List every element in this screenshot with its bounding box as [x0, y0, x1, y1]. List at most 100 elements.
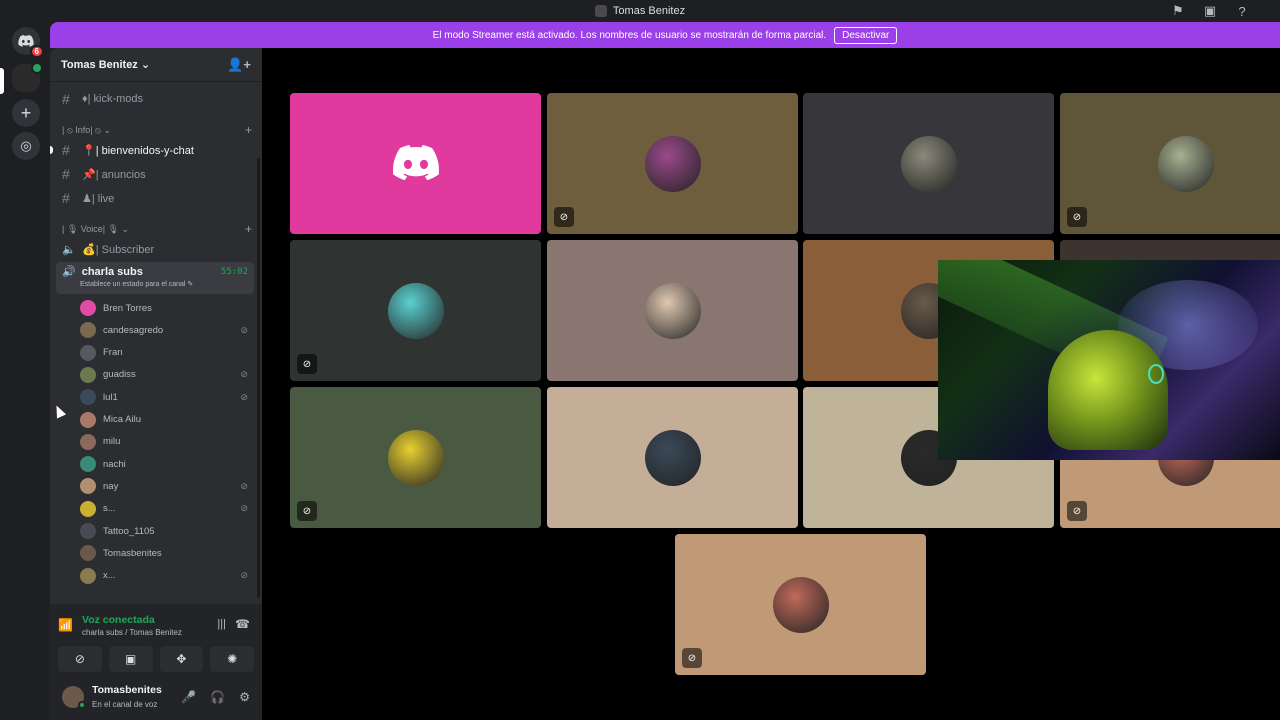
- channel-label: ♦| kick-mods: [82, 93, 144, 105]
- voice-member[interactable]: lul1 ⊘: [80, 387, 252, 407]
- voice-member[interactable]: milu: [80, 432, 252, 452]
- participant-tile[interactable]: [803, 93, 1054, 234]
- channel-live[interactable]: # ♟| live: [56, 187, 256, 209]
- voice-member[interactable]: x... ⊘: [80, 566, 252, 586]
- participant-tile[interactable]: ⊘: [547, 93, 798, 234]
- member-name: lul1: [103, 391, 118, 403]
- participant-tile[interactable]: ⊘: [675, 534, 926, 675]
- member-name: Mica Ailu: [103, 414, 142, 425]
- server-tomas-benitez[interactable]: [12, 62, 43, 92]
- online-status-icon: [78, 701, 86, 709]
- muted-icon: ⊘: [240, 503, 248, 514]
- avatar: [80, 433, 96, 450]
- participant-tile[interactable]: ⊘: [1060, 93, 1280, 234]
- member-name: milu: [103, 436, 121, 448]
- participant-tile[interactable]: [547, 387, 798, 528]
- hash-icon: #: [62, 142, 70, 158]
- channel-anuncios[interactable]: # 📌| anuncios: [56, 163, 256, 185]
- muted-icon: ⊘: [554, 207, 574, 227]
- participant-tile[interactable]: [547, 240, 798, 381]
- voice-channel-subscriber[interactable]: 🔈 💰| Subscriber: [56, 238, 256, 260]
- help-icon[interactable]: ?: [1234, 3, 1250, 19]
- voice-member[interactable]: Mica Ailu: [80, 410, 252, 430]
- voice-member[interactable]: s... ⊘: [80, 499, 252, 519]
- muted-icon: ⊘: [1067, 501, 1087, 521]
- app-thumbnail-icon: [594, 5, 607, 17]
- voice-member[interactable]: nachi: [80, 454, 252, 474]
- activities-icon[interactable]: ✥: [159, 646, 204, 672]
- discord-logo-icon: [18, 35, 34, 47]
- muted-icon: ⊘: [240, 369, 248, 380]
- inbox-icon[interactable]: ▣: [1202, 3, 1218, 19]
- server-list: 6 + ◎: [0, 22, 50, 720]
- user-panel: Tomasbenites En el canal de voz 🎤 🎧 ⚙: [50, 676, 262, 720]
- voice-member[interactable]: candesagredo ⊘: [80, 320, 252, 340]
- headphones-icon[interactable]: 🎧: [210, 690, 225, 704]
- voice-member[interactable]: nay ⊘: [80, 476, 252, 496]
- avatar: [773, 577, 829, 633]
- home-discord-button[interactable]: 6: [12, 27, 44, 58]
- hash-icon: #: [62, 190, 70, 206]
- soundboard-icon[interactable]: ✺: [210, 646, 254, 672]
- guild-header[interactable]: Tomas Benitez ⌄ 👤+: [50, 48, 262, 82]
- channel-label: 📌| anuncios: [82, 168, 146, 181]
- webcam-overlay: [938, 260, 1280, 460]
- sidebar-scrollbar[interactable]: [257, 158, 260, 598]
- streamer-figure: [1048, 330, 1168, 450]
- avatar: [645, 136, 701, 192]
- voice-location[interactable]: charla subs / Tomas Benitez: [82, 628, 182, 637]
- voice-member[interactable]: guadiss ⊘: [80, 365, 252, 385]
- voice-member[interactable]: Bren Torres: [80, 298, 252, 318]
- avatar: [80, 567, 96, 584]
- avatar: [388, 283, 444, 339]
- voice-member[interactable]: Tattoo_1105: [80, 521, 252, 541]
- screen-share-icon[interactable]: ▣: [108, 646, 153, 672]
- member-name: s...: [103, 503, 116, 515]
- avatar: [80, 300, 96, 316]
- voice-status-title[interactable]: Voz conectada: [82, 614, 155, 626]
- member-name: nachi: [103, 458, 126, 470]
- channel-bienvenidos-y-chat[interactable]: # 📍| bienvenidos-y-chat: [50, 139, 256, 161]
- avatar: [645, 283, 701, 339]
- category-label: | 🎙 Voice| 🎙 ⌄: [62, 223, 130, 234]
- invite-people-icon[interactable]: 👤+: [227, 57, 251, 73]
- member-name: candesagredo: [103, 324, 164, 336]
- channel-status-prompt[interactable]: Establece un estado para el canal ✎: [80, 280, 248, 288]
- avatar: [80, 344, 96, 361]
- voice-member[interactable]: Tomasbenites: [80, 543, 252, 563]
- participant-tile[interactable]: ⊘: [290, 387, 541, 528]
- noise-suppression-icon[interactable]: |||: [217, 618, 226, 630]
- explore-servers-button[interactable]: ◎: [12, 132, 40, 160]
- disable-streamer-mode-button[interactable]: Desactivar: [834, 26, 898, 44]
- camera-off-icon[interactable]: ⊘: [58, 646, 102, 672]
- muted-icon: ⊘: [297, 354, 317, 374]
- category-voice[interactable]: | 🎙 Voice| 🎙 ⌄ +: [62, 221, 252, 237]
- titlebar-actions: ⚑ ▣ ?: [1170, 3, 1250, 19]
- voice-channel-charla-subs[interactable]: 🔊 charla subs 55:02 Establece un estado p…: [56, 262, 254, 294]
- create-channel-icon[interactable]: +: [245, 222, 252, 236]
- avatar: [80, 523, 96, 539]
- speaker-active-icon: 🔊: [62, 266, 76, 278]
- participant-tile[interactable]: ⊘: [290, 240, 541, 381]
- participant-tile[interactable]: [290, 93, 541, 234]
- disconnect-icon[interactable]: ☎: [235, 617, 250, 631]
- member-name: Fran: [103, 347, 123, 359]
- muted-icon: ⊘: [240, 480, 248, 491]
- category-info[interactable]: | ⦸ Info| ⦸ ⌄ +: [62, 122, 252, 138]
- settings-gear-icon[interactable]: ⚙: [239, 690, 250, 704]
- signal-icon[interactable]: 📶: [58, 618, 73, 632]
- add-server-button[interactable]: +: [12, 99, 40, 127]
- flag-icon[interactable]: ⚑: [1170, 3, 1186, 19]
- discord-logo-icon: [393, 145, 440, 181]
- voice-member[interactable]: Fran: [80, 343, 252, 363]
- streamer-mode-banner: El modo Streamer está activado. Los nomb…: [50, 22, 1280, 48]
- microphone-icon[interactable]: 🎤: [181, 690, 196, 704]
- avatar: [80, 322, 96, 339]
- member-name: nay: [103, 480, 119, 492]
- create-channel-icon[interactable]: +: [245, 123, 252, 137]
- channel-kick-mods[interactable]: # ♦| kick-mods: [56, 88, 256, 110]
- muted-icon: ⊘: [297, 501, 317, 521]
- username[interactable]: Tomasbenites: [92, 684, 162, 696]
- guild-name: Tomas Benitez ⌄: [61, 59, 151, 71]
- window-title: Tomas Benitez: [612, 5, 686, 17]
